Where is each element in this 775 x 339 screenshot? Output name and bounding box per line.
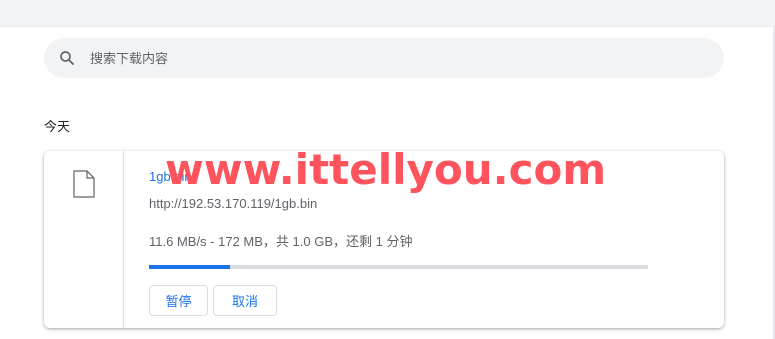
download-status-text: 11.6 MB/s - 172 MB，共 1.0 GB，还剩 1 分钟	[149, 234, 413, 249]
file-icon-column	[44, 151, 124, 328]
watermark-text: www.ittellyou.com	[165, 145, 607, 194]
date-section-heading: 今天	[44, 119, 71, 134]
download-progress-bar	[149, 265, 648, 269]
download-progress-fill	[149, 265, 230, 269]
search-icon	[58, 49, 76, 67]
cancel-button[interactable]: 取消	[213, 285, 277, 316]
top-toolbar-strip	[0, 0, 775, 26]
file-url: http://192.53.170.119/1gb.bin	[149, 196, 318, 211]
search-input[interactable]	[90, 50, 650, 66]
search-bar[interactable]	[44, 38, 724, 78]
file-icon	[73, 170, 95, 198]
toolbar-divider	[0, 26, 775, 27]
pause-button[interactable]: 暂停	[149, 285, 208, 316]
